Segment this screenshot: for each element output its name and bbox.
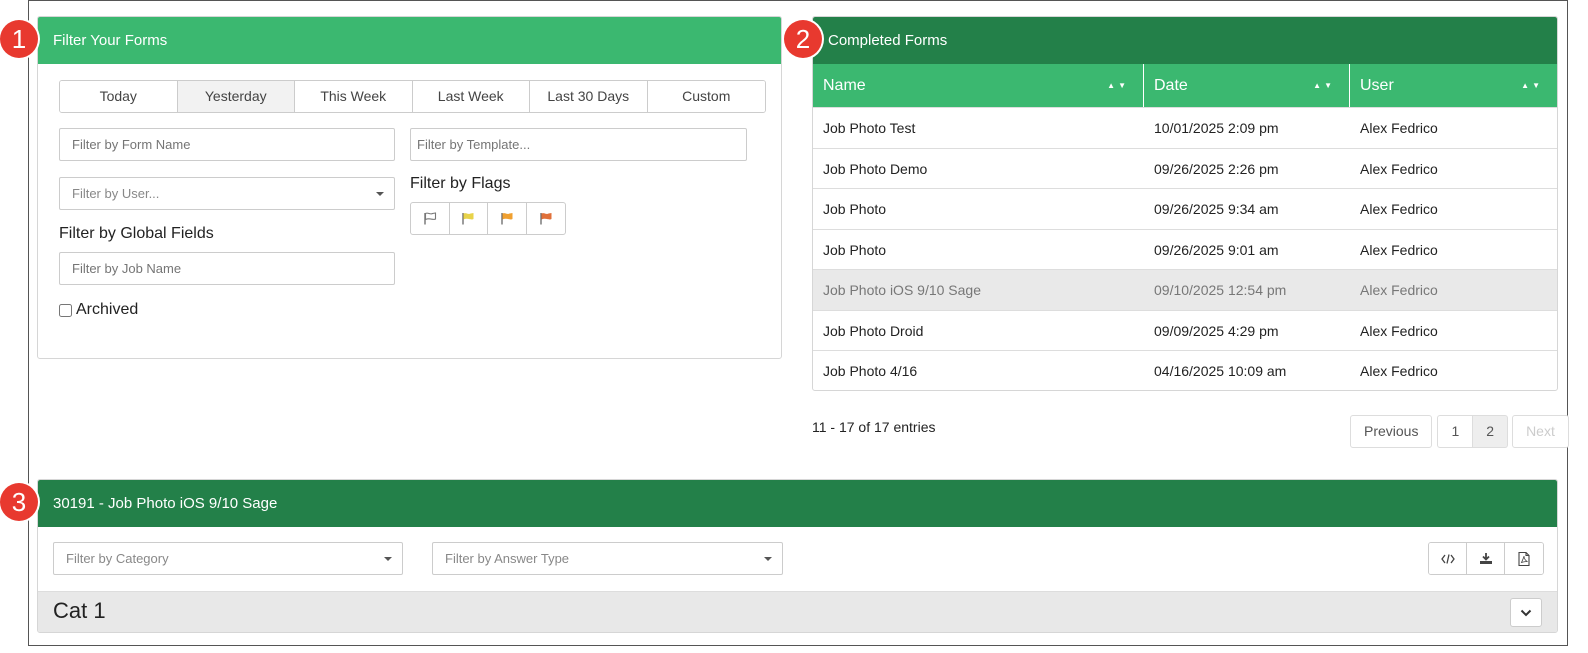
- pdf-icon: [1518, 551, 1530, 566]
- tab-today[interactable]: Today: [60, 81, 178, 112]
- cell-user: Alex Fedrico: [1360, 363, 1438, 379]
- archived-toggle: Archived: [57, 301, 138, 319]
- step-badge-1: 1: [0, 20, 38, 58]
- code-icon: [1440, 553, 1455, 564]
- form-detail-title: 30191 - Job Photo iOS 9/10 Sage: [38, 480, 1557, 527]
- chevron-down-icon: [376, 192, 384, 196]
- sort-icon: ▲▼: [1313, 81, 1335, 90]
- category-select-placeholder: Filter by Category: [66, 551, 169, 566]
- column-header-user[interactable]: User ▲▼: [1350, 64, 1557, 107]
- table-header: Name ▲▼ Date ▲▼ User ▲▼: [813, 64, 1557, 107]
- step-badge-2: 2: [784, 20, 822, 58]
- form-name-input[interactable]: [59, 128, 395, 161]
- cell-date: 10/01/2025 2:09 pm: [1154, 120, 1279, 136]
- table-row[interactable]: Job Photo iOS 9/10 Sage 09/10/2025 12:54 …: [813, 269, 1557, 310]
- flag-red-icon: [540, 213, 552, 225]
- column-header-label: Date: [1154, 77, 1188, 94]
- column-header-name[interactable]: Name ▲▼: [813, 64, 1144, 107]
- cell-name: Job Photo: [823, 201, 887, 217]
- pdf-button[interactable]: [1505, 543, 1543, 574]
- pagination: Previous 1 2 Next: [1350, 415, 1569, 448]
- cell-date: 09/10/2025 12:54 pm: [1154, 282, 1287, 298]
- flag-filter-button-3[interactable]: [488, 203, 527, 234]
- cell-user: Alex Fedrico: [1360, 201, 1438, 217]
- flag-filter-button-2[interactable]: [450, 203, 488, 234]
- form-detail-panel: 30191 - Job Photo iOS 9/10 Sage Filter b…: [37, 479, 1558, 633]
- flag-orange-icon: [501, 213, 513, 225]
- tab-yesterday[interactable]: Yesterday: [177, 81, 295, 112]
- next-page-button[interactable]: Next: [1512, 415, 1569, 448]
- cell-name: Job Photo iOS 9/10 Sage: [823, 282, 981, 298]
- filter-panel-title: Filter Your Forms: [38, 17, 781, 64]
- answer-type-select[interactable]: Filter by Answer Type: [432, 542, 783, 575]
- answer-type-select-placeholder: Filter by Answer Type: [445, 551, 570, 566]
- collapse-toggle-button[interactable]: [1510, 598, 1542, 627]
- step-badge-3: 3: [0, 483, 38, 521]
- user-select[interactable]: Filter by User...: [59, 177, 395, 210]
- cell-user: Alex Fedrico: [1360, 282, 1438, 298]
- archived-checkbox[interactable]: [59, 303, 72, 317]
- global-fields-label: Filter by Global Fields: [59, 225, 214, 242]
- cell-name: Job Photo Test: [823, 120, 916, 136]
- tab-last-30-days[interactable]: Last 30 Days: [530, 81, 648, 112]
- column-header-label: User: [1360, 77, 1394, 94]
- chevron-down-icon: [764, 557, 772, 561]
- cell-user: Alex Fedrico: [1360, 322, 1438, 339]
- flag-filter-button-4[interactable]: [527, 203, 566, 234]
- cell-name: Job Photo: [823, 241, 887, 258]
- cell-name: Job Photo Droid: [823, 322, 924, 339]
- page-1-button[interactable]: 1: [1437, 415, 1474, 448]
- table-row[interactable]: Job Photo 4/16 04/16/2025 10:09 am Alex Fe…: [813, 350, 1557, 390]
- page-2-button[interactable]: 2: [1473, 415, 1509, 448]
- cell-date: 04/16/2025 10:09 am: [1154, 363, 1287, 379]
- archived-label: Archived: [76, 301, 139, 318]
- cell-date: 09/09/2025 4:29 pm: [1154, 322, 1279, 339]
- code-view-button[interactable]: [1429, 543, 1467, 574]
- table-body: Job Photo Test 10/01/2025 2:09 pm Alex Fed…: [813, 107, 1557, 390]
- table-row[interactable]: Job Photo Test 10/01/2025 2:09 pm Alex Fed…: [813, 107, 1557, 148]
- tab-last-week[interactable]: Last Week: [412, 81, 530, 112]
- completed-forms-title: Completed Forms: [813, 17, 1557, 64]
- filter-panel: Filter Your Forms Today Yesterday This Wee…: [37, 16, 782, 359]
- completed-forms-panel: Completed Forms Name ▲▼ Date ▲▼ User ▲▼ Job P…: [812, 16, 1558, 391]
- sort-icon: ▲▼: [1107, 81, 1129, 90]
- entries-info: 11 - 17 of 17 entries: [812, 419, 936, 435]
- job-name-input[interactable]: [59, 252, 395, 285]
- cell-name: Job Photo 4/16: [823, 363, 918, 379]
- download-button[interactable]: [1467, 543, 1505, 574]
- export-buttons: [1428, 542, 1544, 575]
- date-range-tabs: Today Yesterday This Week Last Week Last 30 …: [59, 80, 766, 113]
- category-title: Cat 1: [53, 598, 106, 623]
- cell-name: Job Photo Demo: [823, 160, 928, 177]
- flags-label: Filter by Flags: [410, 175, 511, 192]
- app-frame: Filter Your Forms Today Yesterday This Wee…: [28, 0, 1569, 646]
- tab-custom[interactable]: Custom: [647, 81, 765, 112]
- sort-icon: ▲▼: [1521, 81, 1543, 90]
- table-row[interactable]: Job Photo Droid 09/09/2025 4:29 pm Alex Fe…: [813, 309, 1557, 351]
- user-select-placeholder: Filter by User...: [72, 186, 160, 201]
- cell-date: 09/26/2025 9:34 am: [1154, 201, 1279, 217]
- chevron-down-icon: [384, 557, 392, 561]
- column-header-label: Name: [823, 77, 866, 94]
- flag-filter-button-1[interactable]: [411, 203, 450, 234]
- cell-date: 09/26/2025 9:01 am: [1154, 241, 1279, 258]
- chevron-down-icon: [1520, 609, 1532, 616]
- table-row[interactable]: Job Photo Demo 09/26/2025 2:26 pm Alex Fed…: [813, 147, 1557, 189]
- flag-outline-icon: [424, 212, 436, 225]
- column-header-date[interactable]: Date ▲▼: [1144, 64, 1350, 107]
- template-input[interactable]: [410, 128, 747, 161]
- tab-this-week[interactable]: This Week: [295, 81, 413, 112]
- previous-page-button[interactable]: Previous: [1350, 415, 1433, 448]
- download-icon: [1479, 553, 1492, 564]
- cell-user: Alex Fedrico: [1360, 160, 1438, 177]
- flag-yellow-icon: [462, 213, 474, 225]
- category-select[interactable]: Filter by Category: [53, 542, 403, 575]
- cell-user: Alex Fedrico: [1360, 120, 1438, 136]
- category-header[interactable]: Cat 1: [38, 591, 1557, 632]
- flag-filter-group: [410, 202, 566, 235]
- table-row[interactable]: Job Photo 09/26/2025 9:01 am Alex Fedrico: [813, 228, 1557, 270]
- cell-user: Alex Fedrico: [1360, 241, 1438, 258]
- cell-date: 09/26/2025 2:26 pm: [1154, 160, 1279, 177]
- table-row[interactable]: Job Photo 09/26/2025 9:34 am Alex Fedrico: [813, 188, 1557, 229]
